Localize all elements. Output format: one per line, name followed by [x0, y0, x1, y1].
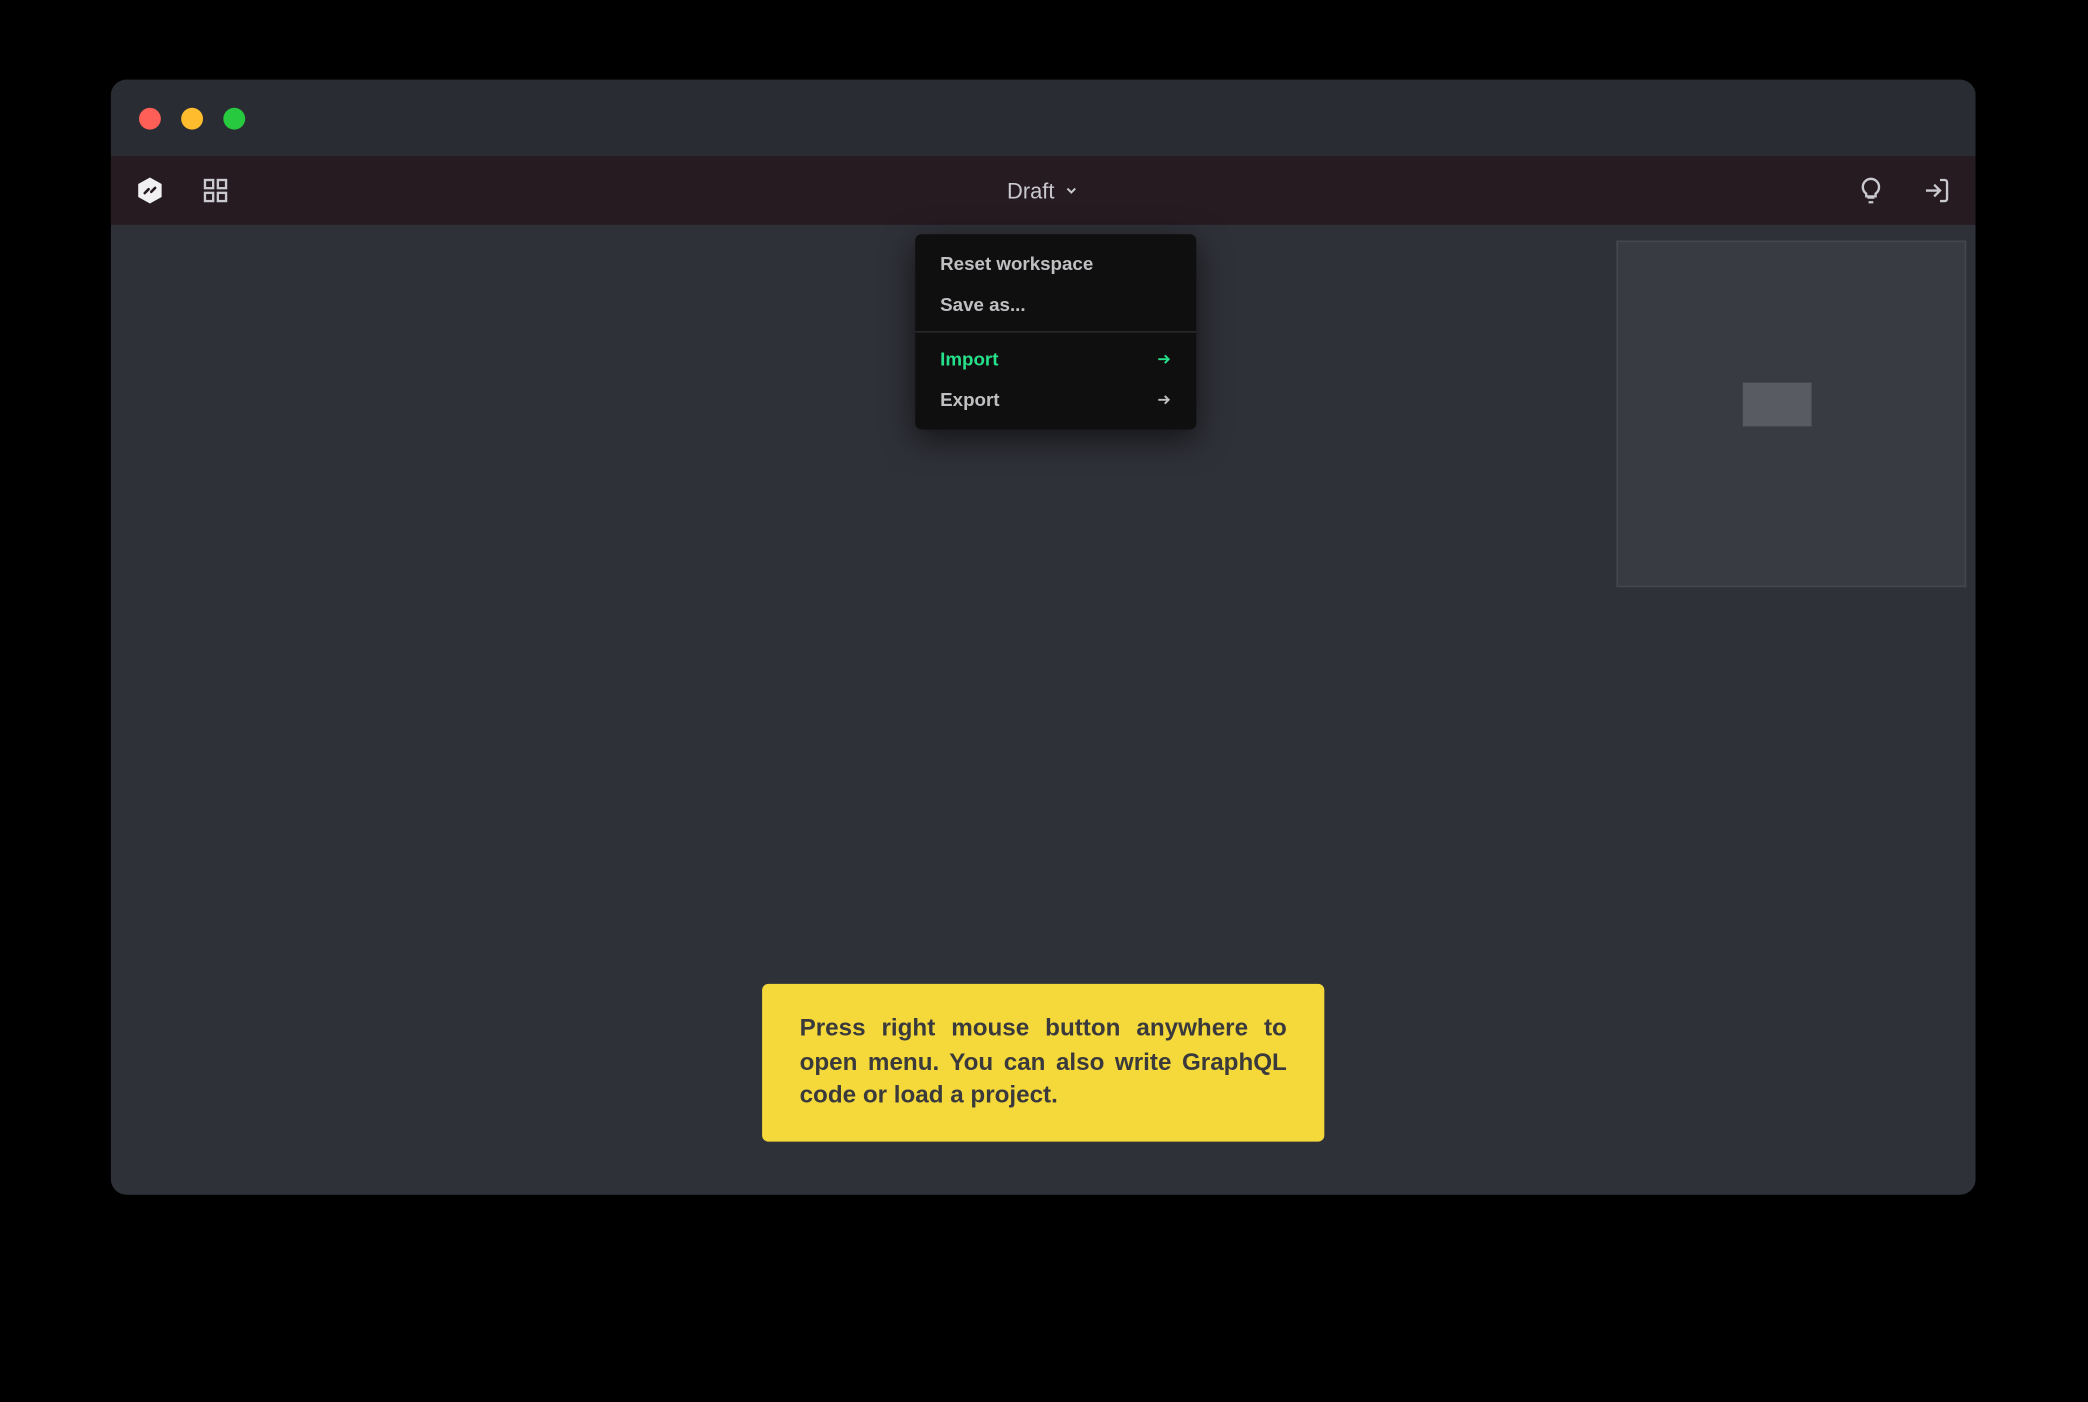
- topbar-left: [133, 173, 233, 207]
- close-button[interactable]: [139, 107, 161, 129]
- stage: Draft: [0, 0, 2088, 1402]
- project-name-dropdown[interactable]: Draft: [1007, 178, 1079, 203]
- login-icon[interactable]: [1919, 173, 1953, 207]
- hint-tooltip: Press right mouse button anywhere to ope…: [762, 984, 1324, 1142]
- maximize-button[interactable]: [223, 107, 245, 129]
- menu-item-label: Export: [940, 389, 999, 411]
- context-menu: Reset workspace Save as... Import: [915, 234, 1196, 429]
- traffic-lights: [139, 107, 245, 129]
- minimap-viewport[interactable]: [1743, 383, 1812, 427]
- canvas[interactable]: Reset workspace Save as... Import: [111, 225, 1976, 1195]
- lightbulb-icon[interactable]: [1854, 173, 1888, 207]
- project-name-label: Draft: [1007, 178, 1054, 203]
- arrow-right-icon: [1156, 351, 1172, 367]
- menu-item-reset-workspace[interactable]: Reset workspace: [915, 244, 1196, 285]
- topbar-right: [1854, 173, 1954, 207]
- menu-item-label: Import: [940, 348, 998, 370]
- minimap[interactable]: [1616, 241, 1966, 588]
- hint-text: Press right mouse button anywhere to ope…: [800, 1015, 1287, 1109]
- chevron-down-icon: [1064, 178, 1080, 203]
- app-topbar: Draft: [111, 156, 1976, 225]
- app-window: Draft: [111, 80, 1976, 1195]
- logo-icon[interactable]: [133, 173, 167, 207]
- menu-item-label: Reset workspace: [940, 253, 1093, 275]
- minimize-button[interactable]: [181, 107, 203, 129]
- arrow-right-icon: [1156, 392, 1172, 408]
- menu-item-label: Save as...: [940, 294, 1025, 316]
- menu-separator: [915, 331, 1196, 333]
- menu-item-save-as[interactable]: Save as...: [915, 284, 1196, 325]
- menu-item-export[interactable]: Export: [915, 379, 1196, 420]
- grid-icon[interactable]: [198, 173, 232, 207]
- titlebar: [111, 80, 1976, 157]
- menu-item-import[interactable]: Import: [915, 339, 1196, 380]
